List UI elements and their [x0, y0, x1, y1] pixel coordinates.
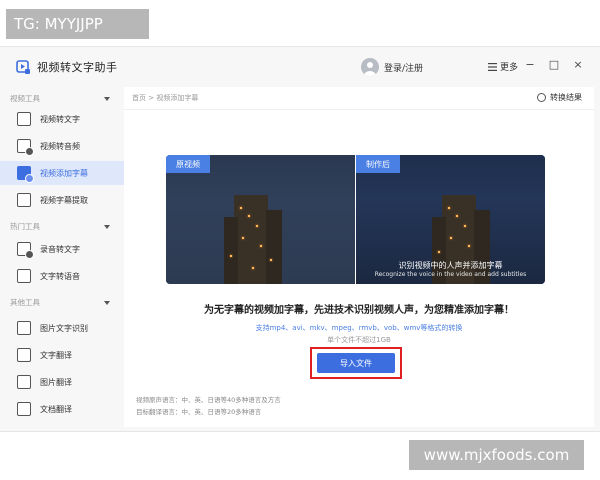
- sidebar: 视频工具 视频转文字 视频转音频 视频添加字幕 视频字幕提取 热门工具 录音转文…: [0, 87, 124, 431]
- sidebar-item-label: 文字转语音: [40, 271, 80, 281]
- original-video-thumbnail: 原视频: [166, 155, 355, 284]
- divider: [124, 109, 594, 110]
- subtitle-add-icon: [17, 166, 34, 183]
- section-popular-tools[interactable]: 热门工具: [10, 221, 110, 232]
- history-icon: [537, 93, 546, 102]
- sidebar-item-doc-translate[interactable]: 文档翻译: [0, 397, 124, 421]
- app-title: 视频转文字助手: [37, 61, 118, 74]
- section-title: 其他工具: [10, 298, 40, 307]
- subtitle-text-en: Recognize the voice in the video and add…: [374, 271, 527, 278]
- sidebar-item-text-translate[interactable]: 文字翻译: [0, 343, 124, 367]
- sidebar-item-label: 文字翻译: [40, 350, 72, 360]
- breadcrumb[interactable]: 首页 > 视频添加字幕: [132, 93, 198, 103]
- sidebar-item-label: 视频转文字: [40, 114, 80, 124]
- sidebar-item-label: 视频添加字幕: [40, 168, 88, 178]
- video-text-icon: [17, 112, 31, 126]
- menu-icon: [488, 62, 497, 71]
- original-video-label: 原视频: [166, 155, 210, 173]
- user-avatar-icon[interactable]: [361, 58, 379, 76]
- translate-icon: [17, 348, 31, 362]
- subtitle-extract-icon: [17, 193, 31, 207]
- source-language-note: 视频原声语言：中、英、日语等40多种语言及方言: [136, 396, 281, 404]
- more-menu-button[interactable]: 更多: [488, 60, 518, 73]
- chevron-down-icon: [104, 300, 110, 305]
- login-link[interactable]: 登录/注册: [384, 61, 423, 74]
- sidebar-item-label: 视频字幕提取: [40, 195, 88, 205]
- minimize-button[interactable]: −: [522, 58, 538, 71]
- feature-headline: 为无字幕的视频加字幕，先进技术识别视频人声，为您精准添加字幕！: [204, 305, 514, 316]
- image-text-icon: [17, 321, 31, 335]
- sidebar-item-video-to-text[interactable]: 视频转文字: [0, 107, 124, 131]
- file-size-limit: 单个文件不超过1GB: [327, 336, 391, 344]
- sidebar-item-text-to-speech[interactable]: 文字转语音: [0, 264, 124, 288]
- chevron-down-icon: [104, 96, 110, 101]
- sidebar-item-label: 图片文字识别: [40, 323, 88, 333]
- sidebar-item-image-ocr[interactable]: 图片文字识别: [0, 316, 124, 340]
- sidebar-item-add-subtitles[interactable]: 视频添加字幕: [0, 161, 124, 185]
- sidebar-item-audio-to-text[interactable]: 录音转文字: [0, 237, 124, 261]
- supported-formats: 支持mp4、avi、mkv、mpeg、rmvb、vob、wmv等格式的转换: [255, 324, 463, 332]
- subtitle-text-cn: 识别视频中的人声并添加字幕: [398, 261, 503, 270]
- maximize-button[interactable]: □: [546, 58, 562, 71]
- speech-icon: [17, 269, 31, 283]
- video-audio-icon: [17, 139, 34, 156]
- section-other-tools[interactable]: 其他工具: [10, 297, 110, 308]
- document-icon: [17, 402, 31, 416]
- import-file-button[interactable]: 导入文件: [317, 353, 395, 373]
- before-after-preview: 原视频 制作后 识别视频中的人声并添加字幕 Recognize the voic…: [166, 155, 545, 284]
- processed-video-thumbnail: 制作后 识别视频中的人声并添加字幕 Recognize the voice in…: [356, 155, 545, 284]
- sidebar-item-video-to-audio[interactable]: 视频转音频: [0, 134, 124, 158]
- sidebar-item-image-translate[interactable]: 图片翻译: [0, 370, 124, 394]
- chevron-down-icon: [104, 224, 110, 229]
- more-label: 更多: [500, 63, 519, 73]
- processed-video-label: 制作后: [356, 155, 400, 173]
- section-title: 视频工具: [10, 94, 40, 103]
- sidebar-item-label: 视频转音频: [40, 141, 80, 151]
- conversion-results-label: 转换结果: [550, 93, 582, 102]
- recording-icon: [17, 242, 34, 259]
- image-translate-icon: [17, 375, 31, 389]
- section-title: 热门工具: [10, 222, 40, 231]
- app-logo-icon: [16, 60, 30, 74]
- app-window: 视频转文字助手 登录/注册 更多 − □ × 视频工具 视频转文字 视频转音频 …: [0, 46, 600, 432]
- watermark-top: TG: MYYJJPP: [6, 9, 149, 39]
- sidebar-item-label: 图片翻译: [40, 377, 72, 387]
- title-bar: 视频转文字助手 登录/注册 更多 − □ ×: [0, 47, 600, 87]
- target-language-note: 目标翻译语言：中、英、日语等20多种语言: [136, 408, 262, 416]
- watermark-bottom: www.mjxfoods.com: [409, 440, 584, 470]
- close-button[interactable]: ×: [570, 58, 586, 71]
- sidebar-item-label: 文档翻译: [40, 404, 72, 414]
- sidebar-item-label: 录音转文字: [40, 244, 80, 254]
- section-video-tools[interactable]: 视频工具: [10, 93, 110, 104]
- conversion-results-button[interactable]: 转换结果: [537, 92, 582, 103]
- main-panel: 首页 > 视频添加字幕 转换结果 原视频 制作后 识别视频中的人声并添加字幕 R…: [124, 87, 594, 427]
- sidebar-item-extract-subtitles[interactable]: 视频字幕提取: [0, 188, 124, 212]
